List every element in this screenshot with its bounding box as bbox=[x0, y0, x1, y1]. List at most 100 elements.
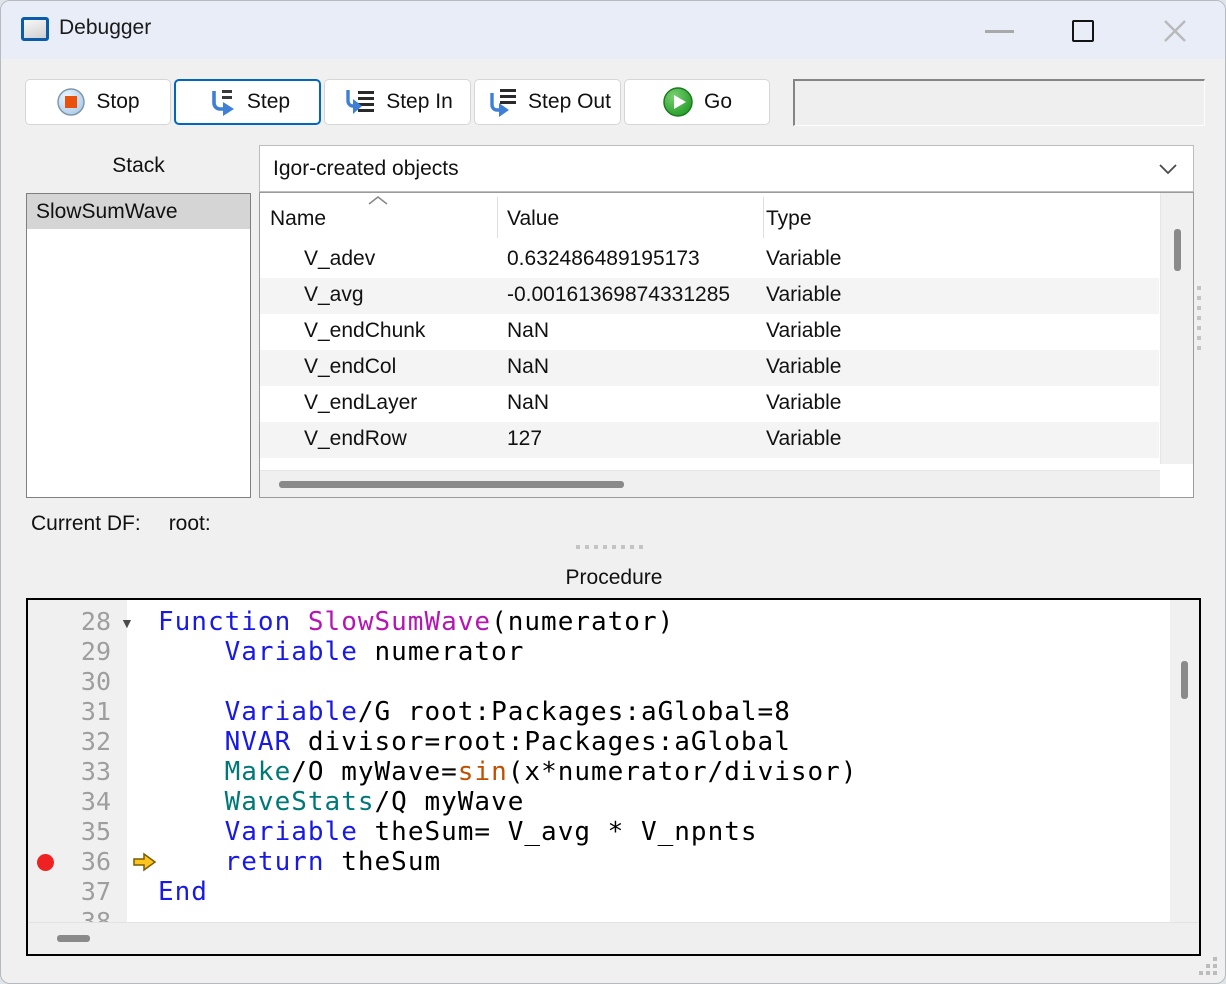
line-number[interactable]: 30 bbox=[28, 667, 111, 697]
stop-button-label: Stop bbox=[96, 90, 139, 114]
code-line[interactable]: 31 Variable/G root:Packages:aGlobal=8 bbox=[28, 697, 1170, 727]
line-number[interactable]: 36 bbox=[28, 847, 111, 877]
table-row[interactable]: V_adev0.632486489195173Variable bbox=[260, 242, 1159, 278]
table-row[interactable]: V_endRow 127 Variable bbox=[260, 422, 1159, 458]
column-header-type[interactable]: Type bbox=[766, 207, 812, 231]
table-row[interactable]: V_endChunkNaNVariable bbox=[260, 314, 1159, 350]
window-title: Debugger bbox=[59, 16, 151, 40]
line-number[interactable]: 31 bbox=[28, 697, 111, 727]
code-line[interactable]: 28 ▼ Function SlowSumWave(numerator) bbox=[28, 607, 1170, 637]
minimize-icon[interactable] bbox=[985, 30, 1014, 33]
app-window-icon bbox=[21, 17, 49, 41]
close-icon[interactable] bbox=[1159, 15, 1191, 47]
step-button[interactable]: Step bbox=[174, 79, 321, 125]
step-in-button-label: Step In bbox=[386, 90, 453, 114]
line-number[interactable]: 29 bbox=[28, 637, 111, 667]
code-line[interactable]: 34 WaveStats/Q myWave bbox=[28, 787, 1170, 817]
table-cell: V_endLayer bbox=[304, 391, 417, 415]
code-text: NVAR divisor=root:Packages:aGlobal bbox=[158, 727, 791, 757]
table-header: Name Value Type bbox=[260, 193, 1193, 242]
code-line[interactable]: 30 bbox=[28, 667, 1170, 697]
code-text: Variable theSum= V_avg * V_npnts bbox=[158, 817, 758, 847]
scope-dropdown[interactable]: Igor-created objects bbox=[259, 145, 1194, 192]
code-text: Function SlowSumWave(numerator) bbox=[158, 607, 674, 637]
code-lines: 28▼Function SlowSumWave(numerator)29 Var… bbox=[28, 607, 1170, 937]
code-line[interactable]: 36 return theSum bbox=[28, 847, 1170, 877]
code-text: End bbox=[158, 877, 208, 907]
table-cell: Variable bbox=[766, 427, 842, 451]
scope-dropdown-value: Igor-created objects bbox=[273, 157, 459, 181]
line-number[interactable]: 33 bbox=[28, 757, 111, 787]
table-cell: Variable bbox=[766, 391, 842, 415]
go-button[interactable]: Go bbox=[624, 79, 770, 125]
triangle-down-icon[interactable]: ▼ bbox=[120, 615, 134, 631]
procedure-editor[interactable]: 28▼Function SlowSumWave(numerator)29 Var… bbox=[26, 598, 1201, 956]
resize-grip[interactable] bbox=[1199, 957, 1223, 981]
table-cell: Variable bbox=[766, 355, 842, 379]
code-line[interactable]: 37 End bbox=[28, 877, 1170, 907]
table-horizontal-scrollbar[interactable] bbox=[260, 470, 1160, 497]
table-row[interactable]: V_endLayer NaN Variable bbox=[260, 386, 1159, 422]
step-button-label: Step bbox=[247, 90, 290, 114]
code-text: return theSum bbox=[158, 847, 441, 877]
stop-button[interactable]: Stop bbox=[25, 79, 171, 125]
debugger-window: Debugger Stop Step bbox=[0, 0, 1226, 984]
vertical-splitter-handle[interactable] bbox=[1197, 286, 1201, 350]
table-cell: NaN bbox=[507, 391, 549, 415]
go-button-label: Go bbox=[704, 90, 732, 114]
play-circle-icon bbox=[662, 86, 694, 118]
editor-vertical-scrollbar[interactable] bbox=[1170, 600, 1199, 922]
code-text: Variable numerator bbox=[158, 637, 524, 667]
code-line[interactable]: 33 Make/O myWave=sin(x*numerator/divisor… bbox=[28, 757, 1170, 787]
table-vertical-scrollbar[interactable] bbox=[1160, 193, 1193, 464]
execution-arrow-icon bbox=[132, 852, 158, 876]
scrollbar-thumb[interactable] bbox=[279, 481, 624, 488]
line-number[interactable]: 35 bbox=[28, 817, 111, 847]
table-cell: Variable bbox=[766, 319, 842, 343]
step-in-button[interactable]: Step In bbox=[324, 79, 471, 125]
line-number[interactable]: 34 bbox=[28, 787, 111, 817]
table-cell: Variable bbox=[766, 283, 842, 307]
table-cell: V_endCol bbox=[304, 355, 396, 379]
maximize-icon[interactable] bbox=[1072, 20, 1094, 42]
table-cell: V_avg bbox=[304, 283, 364, 307]
column-header-value[interactable]: Value bbox=[507, 207, 559, 231]
scrollbar-thumb[interactable] bbox=[57, 935, 90, 942]
line-number[interactable]: 28 bbox=[28, 607, 111, 637]
current-df-value: root: bbox=[169, 512, 211, 535]
status-box bbox=[793, 79, 1205, 126]
line-number[interactable]: 37 bbox=[28, 877, 111, 907]
code-text: WaveStats/Q myWave bbox=[158, 787, 524, 817]
code-line[interactable]: 29 Variable numerator bbox=[28, 637, 1170, 667]
column-header-name[interactable]: Name bbox=[270, 207, 326, 231]
table-cell: V_adev bbox=[304, 247, 375, 271]
horizontal-splitter-handle[interactable] bbox=[576, 545, 643, 549]
chevron-up-icon[interactable] bbox=[368, 196, 388, 205]
table-cell: 127 bbox=[507, 427, 542, 451]
stack-item[interactable]: SlowSumWave bbox=[27, 194, 250, 229]
step-out-icon bbox=[484, 87, 518, 117]
scrollbar-thumb[interactable] bbox=[1181, 661, 1188, 699]
current-df-label: Current DF: bbox=[31, 512, 141, 535]
code-line[interactable]: 32 NVAR divisor=root:Packages:aGlobal bbox=[28, 727, 1170, 757]
table-row[interactable]: V_endColNaNVariable bbox=[260, 350, 1159, 386]
table-body: V_adev0.632486489195173VariableV_avg-0.0… bbox=[260, 242, 1159, 458]
step-into-icon bbox=[342, 87, 376, 117]
chevron-down-icon bbox=[1159, 164, 1177, 174]
table-row[interactable]: V_avg-0.00161369874331285Variable bbox=[260, 278, 1159, 314]
editor-horizontal-scrollbar[interactable] bbox=[28, 922, 1199, 954]
code-text: Make/O myWave=sin(x*numerator/divisor) bbox=[158, 757, 858, 787]
variables-table: Name Value Type V_adev 0.632486489195173 V… bbox=[259, 192, 1194, 498]
scrollbar-thumb[interactable] bbox=[1174, 229, 1181, 271]
step-out-button[interactable]: Step Out bbox=[474, 79, 621, 125]
step-arrow-icon bbox=[205, 87, 237, 117]
stack-list[interactable]: SlowSumWave bbox=[26, 193, 251, 498]
code-text: Variable/G root:Packages:aGlobal=8 bbox=[158, 697, 791, 727]
procedure-label: Procedure bbox=[514, 566, 714, 590]
code-line[interactable]: 35 Variable theSum= V_avg * V_npnts bbox=[28, 817, 1170, 847]
table-cell: NaN bbox=[507, 319, 549, 343]
table-cell: 0.632486489195173 bbox=[507, 247, 700, 271]
line-number[interactable]: 32 bbox=[28, 727, 111, 757]
table-cell: V_endRow bbox=[304, 427, 407, 451]
step-out-button-label: Step Out bbox=[528, 90, 611, 114]
